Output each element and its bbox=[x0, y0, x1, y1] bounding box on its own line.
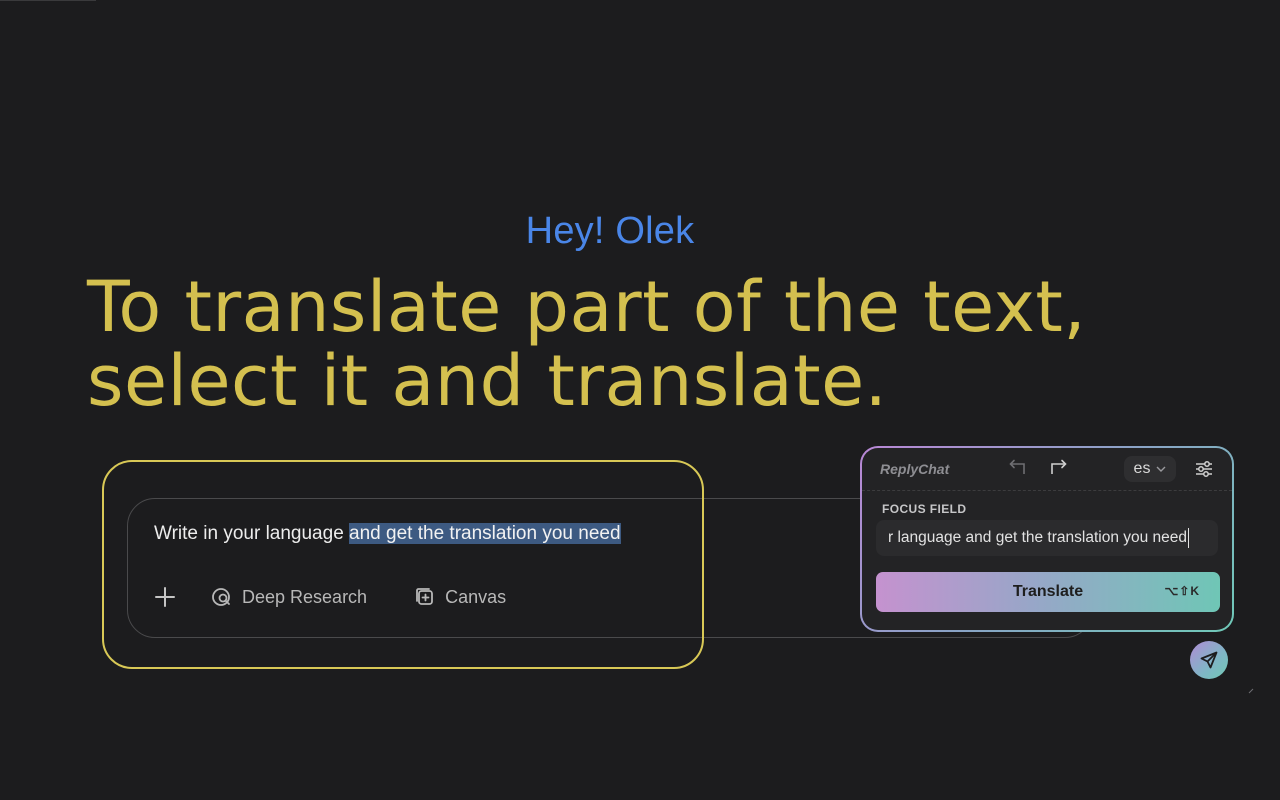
language-select[interactable]: es bbox=[1124, 456, 1176, 482]
replychat-header: ReplyChat es bbox=[862, 448, 1232, 491]
replychat-launcher-button[interactable] bbox=[1190, 641, 1228, 679]
headline: To translate part of the text, select it… bbox=[87, 270, 1267, 418]
greeting-text: Hey! Olek bbox=[525, 210, 695, 252]
focus-field-label: FOCUS FIELD bbox=[882, 502, 967, 516]
translate-button[interactable]: Translate ⌥⇧K bbox=[876, 572, 1220, 612]
headline-line-2: select it and translate. bbox=[87, 340, 888, 422]
focus-field-input[interactable]: r language and get the translation you n… bbox=[876, 520, 1218, 556]
text-caret bbox=[1188, 528, 1190, 548]
language-value: es bbox=[1133, 460, 1151, 477]
translate-label: Translate bbox=[1012, 583, 1084, 600]
resize-handle-icon[interactable] bbox=[1248, 688, 1254, 694]
undo-icon[interactable] bbox=[1006, 458, 1028, 478]
highlight-frame bbox=[102, 460, 704, 669]
replychat-panel: ReplyChat es FOCUS FIELD r language and … bbox=[862, 448, 1232, 630]
redo-icon[interactable] bbox=[1048, 458, 1070, 478]
send-icon bbox=[1200, 651, 1218, 669]
replychat-popup: ReplyChat es FOCUS FIELD r language and … bbox=[860, 446, 1234, 632]
headline-line-1: To translate part of the text, bbox=[87, 266, 1087, 348]
replychat-brand: ReplyChat bbox=[880, 461, 950, 477]
chevron-down-icon bbox=[1156, 466, 1166, 472]
top-divider bbox=[0, 0, 96, 1]
translate-shortcut: ⌥⇧K bbox=[1164, 584, 1200, 598]
settings-sliders-icon[interactable] bbox=[1194, 460, 1214, 478]
focus-field-value: r language and get the translation you n… bbox=[888, 529, 1188, 546]
